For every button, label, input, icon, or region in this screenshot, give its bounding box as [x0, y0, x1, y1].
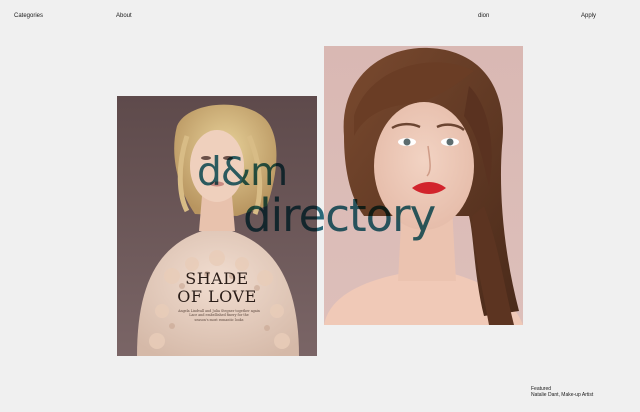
cover-body-line-3: season's most romantic looks [194, 317, 244, 322]
brand-logo-line-2: directory [243, 189, 436, 242]
nav-apply-link[interactable]: Apply [581, 12, 596, 20]
cover-body-text: Angela Lindvall and Julia Stegner togeth… [177, 309, 261, 322]
cover-headline-line-2: OF LOVE [177, 287, 257, 306]
portrait-illustration [324, 46, 523, 325]
footer-featured-caption[interactable]: Natalie Dant, Make-up Artist [531, 392, 593, 398]
nav-dion-link[interactable]: dion [478, 12, 489, 20]
nav-categories-link[interactable]: Categories [14, 12, 43, 20]
cover-headline-line-1: SHADE [185, 269, 249, 288]
cover-body-line-2: Lace and embellished finery for the [189, 313, 249, 318]
brand-logo-line-1: d&m [197, 150, 288, 195]
portrait-photo[interactable] [324, 46, 523, 325]
nav-about-link[interactable]: About [116, 12, 132, 20]
